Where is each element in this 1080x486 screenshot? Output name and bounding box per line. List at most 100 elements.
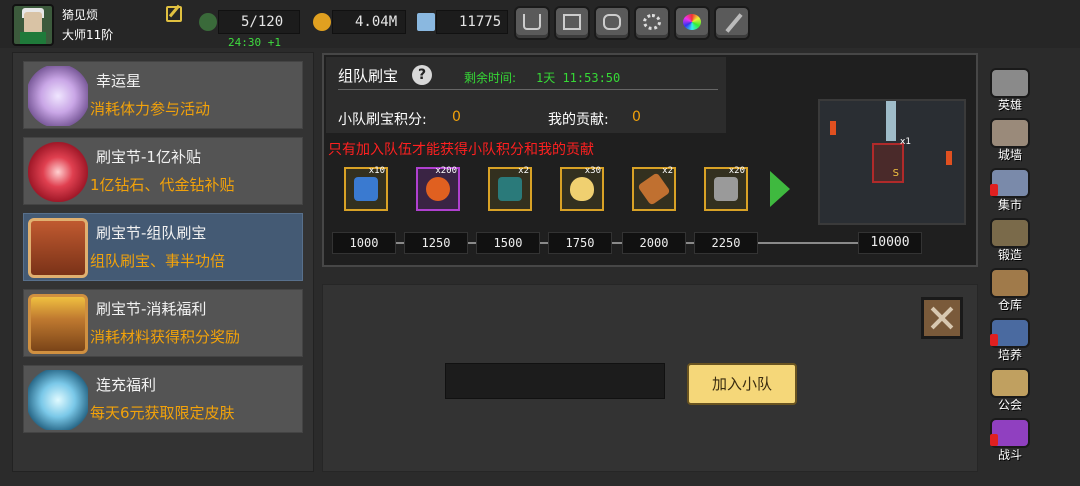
nav-label: 公会: [997, 398, 1022, 412]
close-button[interactable]: [921, 297, 963, 339]
nav-label: 培养: [997, 348, 1022, 362]
event-subtitle: 1亿钻石、代金钻补贴: [90, 176, 235, 194]
crystal-icon: [28, 370, 88, 430]
team-score-label: 小队刷宝积分:: [338, 112, 427, 128]
shop-button[interactable]: [514, 6, 550, 40]
nav-market[interactable]: 集市: [986, 168, 1034, 214]
alert-icon: [990, 184, 998, 196]
top-bar: 猗见烦 大师11阶 5/120 24:30 +1 4.04M 11775: [0, 0, 1080, 49]
energy-value: 5/120: [241, 14, 284, 30]
reward-slot[interactable]: x10: [344, 166, 388, 211]
reward-count: x30: [584, 166, 601, 176]
reward-slot[interactable]: x2: [632, 166, 676, 211]
book-icon: [498, 177, 522, 201]
flower-icon: [28, 142, 88, 202]
energy-counter: 5/120: [199, 10, 300, 34]
energy-icon: [199, 13, 217, 31]
milestone-2250: 2250: [694, 232, 758, 254]
gold-value: 4.04M: [355, 14, 398, 30]
nav-guild[interactable]: 公会: [986, 368, 1034, 414]
join-team-button[interactable]: 加入小队: [687, 363, 797, 405]
event-title: 刷宝节-1亿补贴: [96, 148, 201, 166]
join-panel: 加入小队: [322, 284, 978, 472]
event-item-lucky-star[interactable]: 幸运星 消耗体力参与活动: [23, 61, 303, 129]
gem-counter: 11775: [417, 10, 508, 34]
reward-count: x10: [368, 166, 385, 176]
milestone-10000: 10000: [858, 232, 922, 254]
nav-warehouse[interactable]: 仓库: [986, 268, 1034, 314]
gold-coin-icon: [313, 13, 331, 31]
nav-train[interactable]: 培养: [986, 318, 1034, 364]
gold-counter: 4.04M: [313, 10, 406, 34]
alert-icon: [990, 334, 998, 346]
sword-button[interactable]: [714, 6, 750, 40]
hero-card[interactable]: S: [872, 143, 904, 183]
event-item-consume-welfare[interactable]: 刷宝节-消耗福利 消耗材料获得积分奖励: [23, 289, 303, 357]
next-arrow-icon[interactable]: [770, 171, 790, 207]
remaining-time-label: 剩余时间:: [464, 71, 517, 85]
reward-slot[interactable]: x2: [488, 166, 532, 211]
team-title: 组队刷宝: [338, 67, 399, 85]
nav-forge[interactable]: 锻造: [986, 218, 1034, 264]
team-code-input[interactable]: [445, 363, 665, 399]
diamond-icon: [417, 13, 435, 31]
event-item-recharge[interactable]: 连充福利 每天6元获取限定皮肤: [23, 365, 303, 433]
nav-hero[interactable]: 英雄: [986, 68, 1034, 114]
energy-timer: 24:30 +1: [228, 36, 281, 49]
gamepad-icon: [603, 14, 621, 30]
milestone-1250: 1250: [404, 232, 468, 254]
help-icon[interactable]: ?: [412, 65, 432, 85]
scroll-icon: [637, 172, 671, 206]
torch-icon: [946, 151, 952, 165]
nav-label: 城墙: [997, 148, 1022, 162]
my-contribution-value: 0: [632, 109, 641, 125]
reward-count: x2: [662, 166, 673, 176]
nav-wall[interactable]: 城墙: [986, 118, 1034, 164]
nav-label: 英雄: [997, 98, 1022, 112]
my-contribution-label: 我的贡献:: [548, 112, 609, 128]
reward-count: x200: [435, 166, 457, 176]
hammer-icon: [714, 177, 738, 201]
milestone-1750: 1750: [548, 232, 612, 254]
settings-button[interactable]: [634, 6, 670, 40]
fire-orb-icon: [426, 177, 450, 201]
player-rank: 大师11阶: [62, 28, 114, 42]
shop-cart-icon: [523, 14, 541, 30]
star-icon: [28, 66, 88, 126]
event-list: 幸运星 消耗体力参与活动 刷宝节-1亿补贴 1亿钻石、代金钻补贴 刷宝节-组队刷…: [12, 52, 314, 472]
dungeon-scene: S x1: [818, 99, 966, 225]
edit-icon[interactable]: [166, 6, 182, 22]
card-grade: S: [892, 168, 899, 179]
gear-icon: [643, 14, 661, 30]
nav-battle[interactable]: 战斗: [986, 418, 1034, 464]
event-title: 刷宝节-消耗福利: [96, 300, 207, 318]
event-item-subsidy[interactable]: 刷宝节-1亿补贴 1亿钻石、代金钻补贴: [23, 137, 303, 205]
lightning-icon: [354, 177, 378, 201]
mail-button[interactable]: [554, 6, 590, 40]
reward-slot[interactable]: x20: [704, 166, 748, 211]
divider: [338, 89, 718, 90]
event-subtitle: 每天6元获取限定皮肤: [90, 404, 235, 422]
gamepad-button[interactable]: [594, 6, 630, 40]
join-warning: 只有加入队伍才能获得小队积分和我的贡献: [328, 142, 594, 158]
reward-count: x20: [728, 166, 745, 176]
remaining-time-value: 1天 11:53:50: [536, 71, 621, 85]
anvil-icon: [990, 218, 1030, 248]
torch-icon: [830, 121, 836, 135]
event-title: 刷宝节-组队刷宝: [96, 224, 207, 242]
event-subtitle: 组队刷宝、事半功倍: [90, 252, 226, 270]
team-score-value: 0: [452, 109, 461, 125]
event-subtitle: 消耗体力参与活动: [90, 100, 211, 118]
wall-icon: [990, 118, 1030, 148]
milestone-1000: 1000: [332, 232, 396, 254]
reward-slot[interactable]: x200: [416, 166, 460, 211]
player-avatar[interactable]: [12, 4, 54, 46]
event-item-team-farming[interactable]: 刷宝节-组队刷宝 组队刷宝、事半功倍: [23, 213, 303, 281]
nav-label: 锻造: [997, 248, 1022, 262]
player-name: 猗见烦: [62, 8, 99, 22]
chest-icon: [28, 218, 88, 278]
color-wheel-button[interactable]: [674, 6, 710, 40]
reward-slot[interactable]: x30: [560, 166, 604, 211]
event-subtitle: 消耗材料获得积分奖励: [90, 328, 241, 346]
milestone-1500: 1500: [476, 232, 540, 254]
